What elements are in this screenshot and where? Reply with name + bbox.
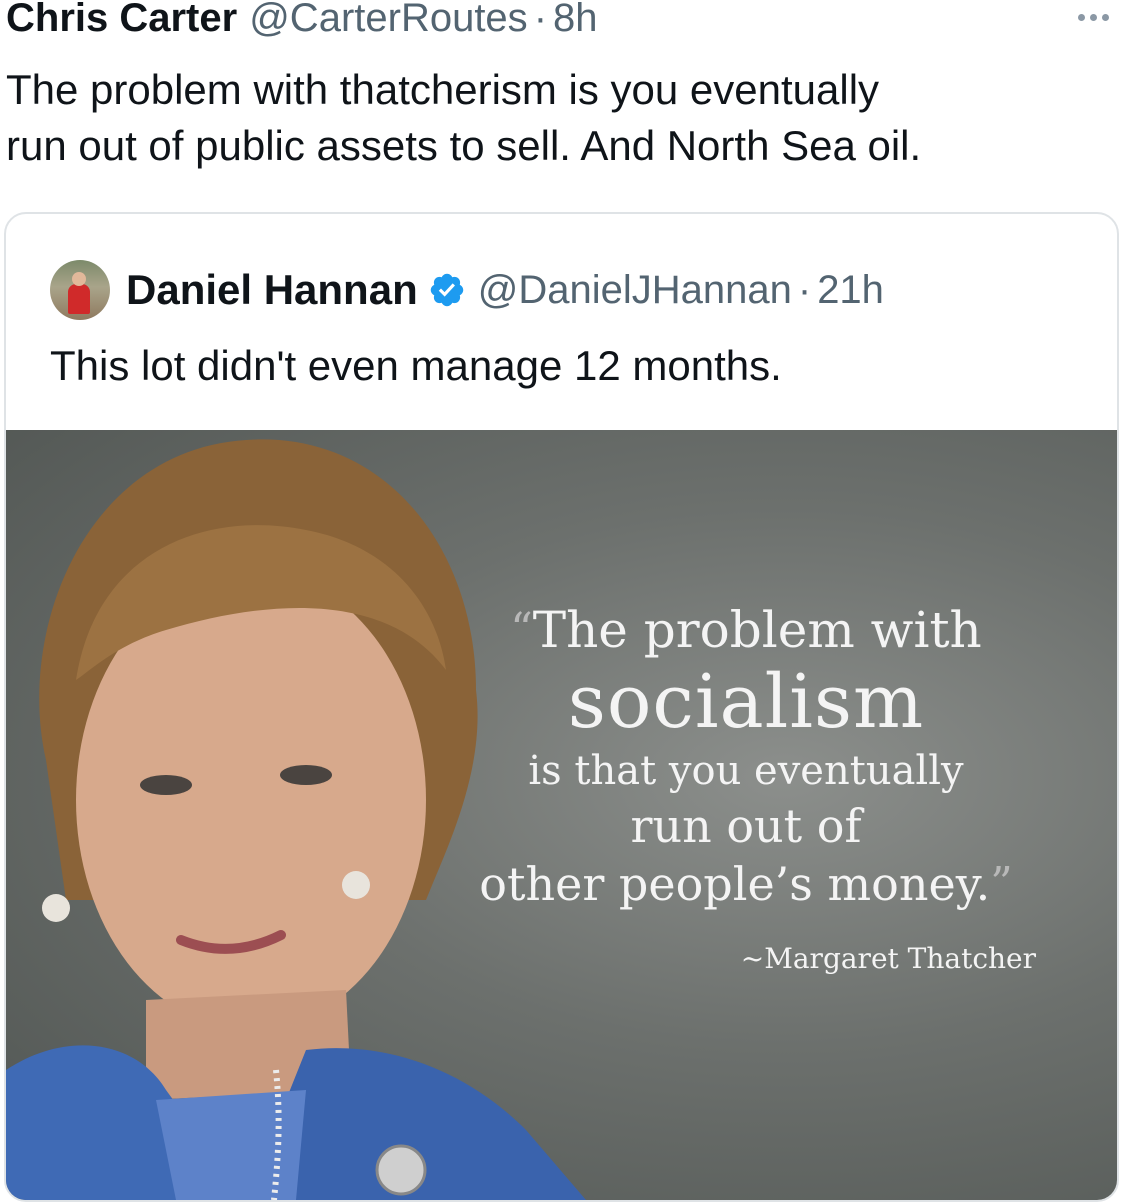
quote-line-2: socialism [567, 659, 925, 745]
separator-dot: · [533, 0, 548, 40]
tweet-timestamp[interactable]: 8h [553, 0, 598, 41]
quoted-tweet-text: This lot didn't even manage 12 months. [50, 342, 782, 389]
tweet-text-line-2: run out of public assets to sell. And No… [6, 122, 922, 169]
author-name[interactable]: Chris Carter [6, 0, 237, 41]
quote-line-3: is that you eventually [528, 748, 964, 794]
quoted-tweet-card[interactable]: Daniel Hannan @DanielJHannan · 21h This … [4, 212, 1119, 1202]
author-handle[interactable]: @CarterRoutes [249, 0, 527, 41]
tweet-text-line-1: The problem with thatcherism is you even… [6, 66, 880, 113]
quote-line-1: The problem with [532, 601, 982, 659]
quote-overlay: “The problem with socialism is that you … [426, 600, 1066, 975]
quoted-author-name[interactable]: Daniel Hannan [126, 266, 418, 314]
tweet-text: The problem with thatcherism is you even… [6, 62, 1106, 174]
open-quote-mark: “ [510, 604, 533, 655]
quote-line-4: run out of [630, 799, 862, 853]
quoted-tweet-timestamp[interactable]: 21h [817, 268, 884, 313]
separator-dot: · [797, 267, 812, 312]
tweet-header: Chris Carter @CarterRoutes · 8h [6, 0, 1101, 48]
quoted-tweet-header: Daniel Hannan @DanielJHannan · 21h [50, 254, 884, 326]
quote-attribution: ~Margaret Thatcher [740, 942, 1036, 975]
quoted-tweet-image[interactable]: “The problem with socialism is that you … [6, 430, 1117, 1200]
close-quote-mark: ” [990, 858, 1013, 909]
more-dots-icon[interactable] [1078, 14, 1109, 21]
quote-line-5: other people’s money. [479, 857, 991, 911]
verified-badge-icon [430, 273, 463, 307]
quoted-author-handle[interactable]: @DanielJHannan [478, 268, 792, 313]
avatar[interactable] [50, 260, 110, 320]
